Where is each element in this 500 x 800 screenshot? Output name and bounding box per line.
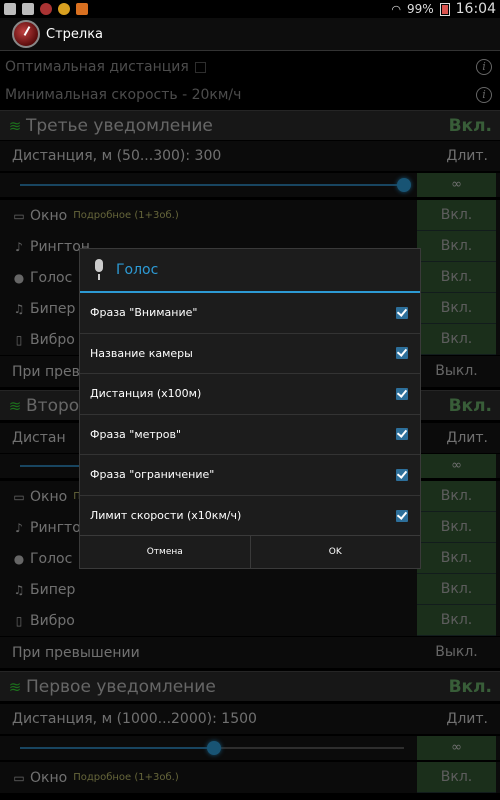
usb-icon [22, 3, 34, 15]
wifi-status-icon: ◠ [391, 2, 401, 16]
rss-icon [76, 3, 88, 15]
option-checkbox[interactable] [396, 509, 408, 522]
dialog-option[interactable]: Дистанция (х100м) [80, 374, 420, 415]
option-checkbox[interactable] [396, 468, 408, 481]
app-logo-icon[interactable] [12, 20, 40, 48]
option-checkbox[interactable] [396, 428, 408, 441]
option-checkbox[interactable] [396, 387, 408, 400]
action-bar: Стрелка [0, 18, 500, 51]
voice-dialog: Голос Фраза "Внимание" Название камеры Д… [79, 248, 421, 569]
battery-percent: 99% [406, 2, 434, 16]
notification-icon [4, 3, 16, 15]
option-label: Название камеры [90, 346, 193, 360]
dialog-option[interactable]: Фраза "метров" [80, 415, 420, 455]
clock: 16:04 [455, 1, 496, 17]
mic-icon [92, 259, 106, 281]
dialog-option[interactable]: Фраза "Внимание" [80, 293, 420, 334]
dialog-header: Голос [80, 249, 420, 293]
dialog-title: Голос [116, 262, 159, 278]
status-bar: ◠ 99% 16:04 [0, 0, 500, 18]
dialog-option[interactable]: Лимит скорости (х10км/ч) [80, 496, 420, 537]
option-label: Фраза "Внимание" [90, 306, 198, 320]
option-label: Лимит скорости (х10км/ч) [90, 509, 242, 523]
dialog-buttons: Отмена OK [80, 535, 420, 568]
option-label: Дистанция (х100м) [90, 387, 202, 401]
dialog-option[interactable]: Название камеры [80, 334, 420, 374]
dialog-option[interactable]: Фраза "ограничение" [80, 455, 420, 496]
app-title: Стрелка [46, 26, 104, 42]
battery-icon [439, 2, 450, 16]
app-notification-icon [58, 3, 70, 15]
option-label: Фраза "ограничение" [90, 468, 215, 482]
radar-icon [40, 3, 52, 15]
option-checkbox[interactable] [396, 347, 408, 360]
cancel-button[interactable]: Отмена [80, 536, 250, 568]
option-label: Фраза "метров" [90, 427, 182, 441]
option-checkbox[interactable] [396, 306, 408, 319]
ok-button[interactable]: OK [249, 536, 421, 568]
